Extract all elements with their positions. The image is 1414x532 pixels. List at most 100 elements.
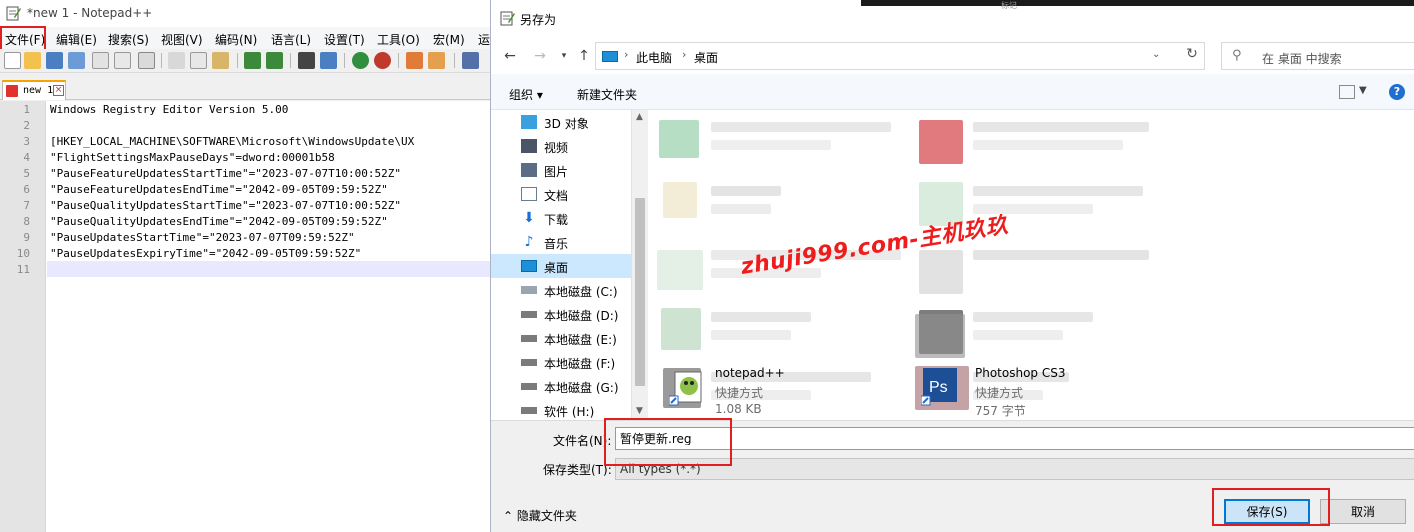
view-options-icon[interactable]: [1339, 85, 1355, 99]
save-all-icon[interactable]: [68, 52, 85, 69]
breadcrumb-chevron-icon[interactable]: ›: [624, 48, 628, 61]
nav-item-drive-f[interactable]: 本地磁盘 (F:): [521, 350, 631, 374]
code-line: "FlightSettingsMaxPauseDays"=dword:00001…: [50, 151, 335, 164]
view-dropdown-icon[interactable]: ▼: [1359, 85, 1367, 96]
nav-item-drive-d[interactable]: 本地磁盘 (D:): [521, 302, 631, 326]
nav-item-drive-e[interactable]: 本地磁盘 (E:): [521, 326, 631, 350]
replace-icon[interactable]: [320, 52, 337, 69]
close-icon[interactable]: [92, 52, 109, 69]
hide-folders-label: 隐藏文件夹: [516, 509, 577, 523]
up-arrow-icon[interactable]: ↑: [575, 47, 593, 65]
filetype-select[interactable]: All types (*.*): [615, 458, 1414, 480]
code-line: "PauseQualityUpdatesStartTime"="2023-07-…: [50, 199, 401, 212]
blurred-file-name: [711, 186, 781, 196]
menu-language[interactable]: 语言(L): [271, 31, 311, 48]
file-size: 1.08 KB: [715, 402, 762, 416]
file-item-notepad[interactable]: notepad++ 快捷方式 1.08 KB: [665, 364, 895, 420]
organize-button[interactable]: 组织 ▾: [509, 86, 543, 103]
nav-item-3d-objects[interactable]: 3D 对象: [521, 110, 631, 134]
nav-item-drive-g[interactable]: 本地磁盘 (G:): [521, 374, 631, 398]
breadcrumb-desktop[interactable]: 桌面: [694, 49, 718, 66]
filename-field[interactable]: [615, 427, 1414, 450]
zoom-out-icon[interactable]: [374, 52, 391, 69]
blurred-file-icon: [915, 314, 965, 358]
forward-arrow-icon[interactable]: →: [531, 47, 549, 65]
blurred-file-icon: [661, 308, 701, 350]
recent-locations-chevron-icon[interactable]: ▾: [555, 47, 573, 65]
tab-new-1[interactable]: new 1 ×: [2, 80, 66, 100]
menu-encoding[interactable]: 编码(N): [215, 31, 257, 48]
menu-run[interactable]: 运: [478, 31, 490, 48]
filename-label: 文件名(N):: [553, 434, 612, 448]
new-folder-button[interactable]: 新建文件夹: [577, 86, 637, 103]
word-wrap-icon[interactable]: [428, 52, 445, 69]
menu-edit[interactable]: 编辑(E): [56, 31, 97, 48]
scrollbar-thumb[interactable]: [635, 198, 645, 386]
scroll-up-icon[interactable]: ▲: [636, 112, 643, 122]
nav-item-label: 软件 (H:): [544, 405, 595, 419]
zoom-in-icon[interactable]: [352, 52, 369, 69]
hide-folders-toggle[interactable]: ⌃ 隐藏文件夹: [503, 507, 577, 524]
sync-scroll-icon[interactable]: [406, 52, 423, 69]
drive-icon: [521, 335, 537, 342]
nav-item-label: 视频: [544, 141, 569, 155]
back-arrow-icon[interactable]: ←: [501, 47, 519, 65]
tab-label: new 1: [23, 85, 54, 96]
nav-item-music[interactable]: ♪ 音乐: [521, 230, 631, 254]
print-icon[interactable]: [138, 52, 155, 69]
nav-item-label: 本地磁盘 (F:): [544, 357, 616, 371]
nav-item-label: 3D 对象: [544, 117, 589, 131]
breadcrumb-this-pc[interactable]: 此电脑: [636, 49, 672, 66]
address-bar[interactable]: › 此电脑 › 桌面 ⌄ ↻: [595, 42, 1205, 70]
nav-item-label: 桌面: [544, 261, 569, 275]
search-box[interactable]: ⚲ 在 桌面 中搜索: [1221, 42, 1414, 70]
line-number: 6: [23, 183, 30, 196]
close-all-icon[interactable]: [114, 52, 131, 69]
code-line: [HKEY_LOCAL_MACHINE\SOFTWARE\Microsoft\W…: [50, 135, 415, 148]
blurred-file-icon: [659, 120, 699, 158]
scroll-down-icon[interactable]: ▼: [636, 406, 643, 416]
file-type: 快捷方式: [975, 386, 1024, 400]
open-file-icon[interactable]: [24, 52, 41, 69]
menu-tools[interactable]: 工具(O): [377, 31, 420, 48]
editor[interactable]: 1 2 3 4 5 6 7 8 9 10 11 Windows Registry…: [0, 101, 490, 532]
nav-item-videos[interactable]: 视频: [521, 134, 631, 158]
menu-view[interactable]: 视图(V): [161, 31, 203, 48]
copy-icon[interactable]: [190, 52, 207, 69]
file-item-photoshop[interactable]: Ps Photoshop CS3 快捷方式 757 字节: [921, 364, 1151, 420]
tab-close-icon[interactable]: ×: [53, 85, 64, 96]
dialog-title: 另存为: [520, 13, 557, 27]
nav-item-documents[interactable]: 文档: [521, 182, 631, 206]
menu-settings[interactable]: 设置(T): [324, 31, 365, 48]
nav-item-downloads[interactable]: ⬇ 下载: [521, 206, 631, 230]
save-as-dialog: 另存为 标记 ← → ▾ ↑ › 此电脑 › 桌面 ⌄ ↻ ⚲ 在 桌面 中搜索…: [490, 0, 1414, 532]
file-size: 757 字节: [975, 404, 1026, 418]
nav-item-drive-c[interactable]: 本地磁盘 (C:): [521, 278, 631, 302]
nav-item-drive-h[interactable]: 软件 (H:): [521, 398, 631, 420]
nav-item-desktop[interactable]: 桌面: [491, 254, 631, 278]
undo-icon[interactable]: [244, 52, 261, 69]
paste-icon[interactable]: [212, 52, 229, 69]
redo-icon[interactable]: [266, 52, 283, 69]
save-icon[interactable]: [46, 52, 63, 69]
notepad-tab-bar: new 1 ×: [0, 74, 490, 100]
cut-icon[interactable]: [168, 52, 185, 69]
indent-guide-icon[interactable]: [462, 52, 479, 69]
notepad-app-icon: [6, 6, 21, 21]
menu-search[interactable]: 搜索(S): [108, 31, 149, 48]
address-dropdown-icon[interactable]: ⌄: [1152, 49, 1160, 60]
help-icon[interactable]: ?: [1389, 84, 1405, 100]
blurred-file-meta: [973, 140, 1123, 150]
navigation-pane-scrollbar[interactable]: ▲ ▼: [631, 110, 648, 420]
breadcrumb-chevron-icon[interactable]: ›: [682, 48, 686, 61]
blurred-file-name: [711, 122, 891, 132]
menu-macro[interactable]: 宏(M): [433, 31, 465, 48]
background-window-strip: [861, 0, 1414, 6]
nav-item-pictures[interactable]: 图片: [521, 158, 631, 182]
pictures-icon: [521, 163, 537, 177]
cancel-button[interactable]: 取消: [1320, 499, 1406, 524]
new-file-icon[interactable]: [4, 52, 21, 69]
dialog-navigation-bar: ← → ▾ ↑ › 此电脑 › 桌面 ⌄ ↻ ⚲ 在 桌面 中搜索: [491, 38, 1414, 74]
find-icon[interactable]: [298, 52, 315, 69]
refresh-icon[interactable]: ↻: [1182, 46, 1202, 62]
